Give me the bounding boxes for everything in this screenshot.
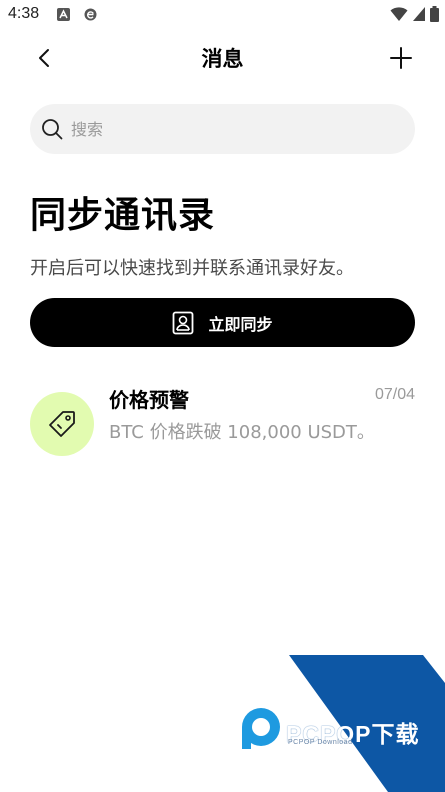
plus-icon bbox=[390, 47, 412, 69]
search-box[interactable] bbox=[30, 104, 415, 154]
app-a-icon bbox=[57, 8, 70, 21]
contacts-icon bbox=[173, 311, 194, 334]
status-time: 4:38 bbox=[8, 5, 40, 22]
search-icon bbox=[42, 119, 63, 140]
add-button[interactable] bbox=[383, 42, 419, 74]
list-item[interactable]: 价格预警 07/04 BTC 价格跌破 108,000 USDT。 bbox=[30, 378, 415, 458]
wifi-icon bbox=[390, 7, 408, 21]
search-input[interactable] bbox=[71, 119, 371, 139]
app-e-icon bbox=[84, 8, 97, 21]
page-title: 消息 bbox=[201, 47, 244, 71]
sync-now-label: 立即同步 bbox=[208, 314, 273, 334]
status-bar: 4:38 bbox=[0, 0, 445, 32]
header: 消息 bbox=[0, 32, 445, 84]
message-body: BTC 价格跌破 108,000 USDT。 bbox=[109, 422, 375, 443]
watermark-subtext: PCPOP Download bbox=[288, 739, 353, 746]
signal-icon bbox=[413, 7, 425, 21]
message-avatar bbox=[30, 392, 94, 456]
battery-icon bbox=[430, 6, 439, 22]
message-date: 07/04 bbox=[374, 386, 415, 403]
price-tag-icon bbox=[49, 411, 75, 437]
watermark: PCPOP下载 PCPOP Download bbox=[236, 655, 445, 792]
sync-now-button[interactable]: 立即同步 bbox=[30, 298, 415, 347]
status-indicators bbox=[390, 6, 439, 22]
sync-heading: 同步通讯录 bbox=[30, 195, 216, 236]
message-title: 价格预警 bbox=[109, 388, 189, 412]
sync-description: 开启后可以快速找到并联系通讯录好友。 bbox=[30, 258, 354, 279]
